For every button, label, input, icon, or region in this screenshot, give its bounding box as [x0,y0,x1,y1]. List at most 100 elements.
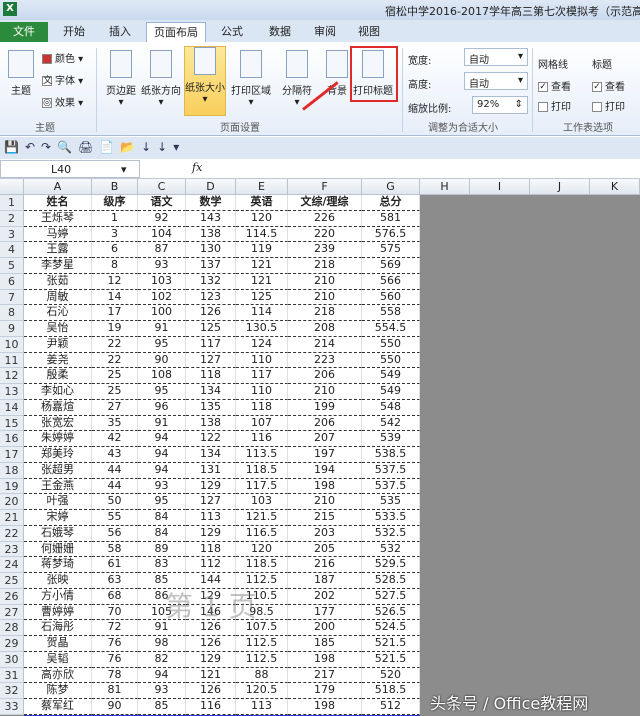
table-cell[interactable]: 210 [288,494,362,510]
table-cell[interactable]: 223 [288,352,362,369]
table-cell[interactable]: 76 [92,636,138,652]
table-cell[interactable]: 3 [92,226,138,243]
table-cell[interactable]: 117.5 [236,478,288,495]
table-cell[interactable]: 78 [92,667,138,684]
height-select[interactable]: 自动 ▾ [464,72,528,90]
table-cell[interactable]: 周敏 [24,289,92,306]
table-cell[interactable]: 石海彤 [24,620,92,636]
table-cell[interactable]: 22 [92,352,138,369]
table-cell[interactable]: 61 [92,557,138,573]
table-cell[interactable]: 55 [92,510,138,526]
table-cell[interactable]: 198 [288,699,362,715]
name-box[interactable]: L40 ▾ [0,160,140,178]
table-cell[interactable]: 110 [236,384,288,400]
column-header[interactable]: A [24,179,92,195]
table-cell[interactable]: 566 [362,273,420,290]
table-cell[interactable]: 220 [288,226,362,243]
table-cell[interactable]: 198 [288,651,362,668]
table-cell[interactable]: 27 [92,399,138,416]
table-cell[interactable]: 575 [362,242,420,258]
row-header[interactable]: 28 [0,620,24,636]
table-cell[interactable]: 529.5 [362,557,420,573]
fx-icon[interactable]: fx [192,161,202,174]
table-cell[interactable]: 102 [138,289,186,306]
table-cell[interactable]: 210 [288,384,362,400]
table-cell[interactable]: 94 [138,431,186,447]
column-header[interactable]: K [590,179,640,195]
table-cell[interactable]: 206 [288,415,362,432]
row-header[interactable]: 1 [0,195,24,211]
row-header[interactable]: 4 [0,242,24,258]
row-header[interactable]: 12 [0,368,24,384]
table-cell[interactable]: 549 [362,368,420,384]
table-cell[interactable]: 93 [138,683,186,699]
row-header[interactable]: 25 [0,573,24,589]
table-cell[interactable]: 68 [92,588,138,605]
table-cell[interactable]: 126 [186,683,236,699]
row-header[interactable]: 20 [0,494,24,510]
table-cell[interactable]: 91 [138,321,186,337]
table-cell[interactable]: 李梦星 [24,258,92,274]
table-cell[interactable]: 125 [236,289,288,306]
table-cell[interactable]: 70 [92,604,138,621]
row-header[interactable]: 33 [0,699,24,715]
gridlines-print-checkbox[interactable]: 打印 [538,98,571,113]
table-cell[interactable]: 90 [138,352,186,369]
table-cell[interactable]: 112.5 [236,636,288,652]
table-cell[interactable]: 199 [288,399,362,416]
table-cell[interactable]: 蒋梦琦 [24,557,92,573]
row-header[interactable]: 7 [0,289,24,306]
table-cell[interactable]: 王烁琴 [24,210,92,227]
page-setup-button-3[interactable]: 打印区域 ▾ [230,50,272,108]
table-cell[interactable]: 132 [186,273,236,290]
table-cell[interactable]: 114.5 [236,226,288,243]
table-cell[interactable]: 129 [186,525,236,542]
table-cell[interactable]: 118.5 [236,557,288,573]
table-cell[interactable]: 朱婷婷 [24,431,92,447]
row-header[interactable]: 30 [0,651,24,668]
row-header[interactable]: 9 [0,321,24,337]
table-cell[interactable]: 581 [362,210,420,227]
table-cell[interactable]: 117 [236,368,288,384]
row-header[interactable]: 18 [0,462,24,479]
table-cell[interactable]: 44 [92,478,138,495]
table-cell[interactable]: 88 [236,667,288,684]
table-cell[interactable]: 137 [186,258,236,274]
table-cell[interactable]: 83 [138,557,186,573]
table-cell[interactable]: 121.5 [236,510,288,526]
table-cell[interactable]: 22 [92,336,138,353]
table-cell[interactable]: 113 [236,699,288,715]
table-cell[interactable]: 206 [288,368,362,384]
table-cell[interactable]: 12 [92,273,138,290]
table-cell[interactable]: 马婷 [24,226,92,243]
table-cell[interactable]: 35 [92,415,138,432]
column-header[interactable]: J [530,179,590,195]
table-cell[interactable]: 121 [186,667,236,684]
table-cell[interactable]: 512 [362,699,420,715]
table-cell[interactable]: 129 [186,651,236,668]
table-cell[interactable]: 524.5 [362,620,420,636]
table-cell[interactable]: 石娥琴 [24,525,92,542]
table-cell[interactable]: 42 [92,431,138,447]
row-header[interactable]: 32 [0,683,24,699]
tab-2[interactable]: 插入 [100,22,140,42]
table-cell[interactable]: 108 [138,368,186,384]
table-cell[interactable]: 95 [138,384,186,400]
table-cell[interactable]: 1 [92,210,138,227]
row-header[interactable]: 17 [0,447,24,463]
table-cell[interactable]: 104 [138,226,186,243]
row-header[interactable]: 21 [0,510,24,526]
table-cell[interactable]: 116.5 [236,525,288,542]
column-header[interactable]: G [362,179,420,195]
table-cell[interactable]: 87 [138,242,186,258]
table-cell[interactable]: 112 [186,557,236,573]
row-header[interactable]: 13 [0,384,24,400]
table-cell[interactable]: 121 [236,273,288,290]
header-cell[interactable]: 数学 [186,195,236,211]
table-cell[interactable]: 91 [138,415,186,432]
table-cell[interactable]: 84 [138,525,186,542]
table-cell[interactable]: 122 [186,431,236,447]
table-cell[interactable]: 226 [288,210,362,227]
page-setup-button-1[interactable]: 纸张方向 ▾ [140,50,182,108]
table-cell[interactable]: 177 [288,604,362,621]
